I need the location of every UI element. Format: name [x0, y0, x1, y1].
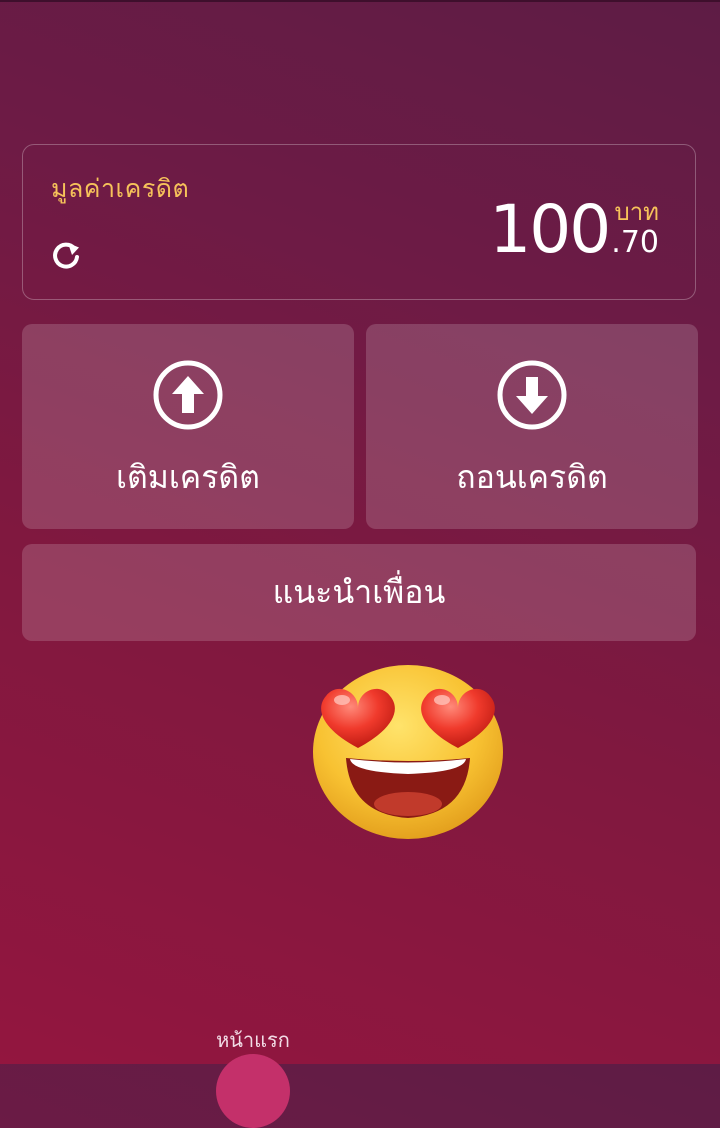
deposit-credit-label: เติมเครดิต — [116, 458, 260, 496]
arrow-up-circle-icon — [153, 360, 223, 430]
top-edge — [0, 0, 720, 2]
bottom-nav-home-button[interactable] — [216, 1054, 290, 1128]
credit-amount: 100 บาท .70 — [489, 197, 659, 263]
withdraw-credit-label: ถอนเครดิต — [456, 458, 608, 496]
invite-friend-button[interactable]: แนะนำเพื่อน — [22, 544, 696, 641]
credit-amount-decimal: .70 — [611, 225, 659, 260]
invite-friend-label: แนะนำเพื่อน — [272, 573, 446, 611]
bottom-nav-home-label: หน้าแรก — [216, 1028, 290, 1052]
credit-amount-integer: 100 — [489, 191, 611, 268]
withdraw-credit-button[interactable]: ถอนเครดิต — [366, 324, 698, 529]
deposit-credit-button[interactable]: เติมเครดิต — [22, 324, 354, 529]
refresh-icon[interactable] — [49, 239, 83, 273]
heart-eyes-emoji — [313, 665, 503, 839]
currency-unit: บาท — [614, 198, 659, 226]
credit-balance-label: มูลค่าเครดิต — [51, 174, 190, 203]
arrow-down-circle-icon — [497, 360, 567, 430]
credit-balance-card: มูลค่าเครดิต 100 บาท .70 — [22, 144, 696, 300]
